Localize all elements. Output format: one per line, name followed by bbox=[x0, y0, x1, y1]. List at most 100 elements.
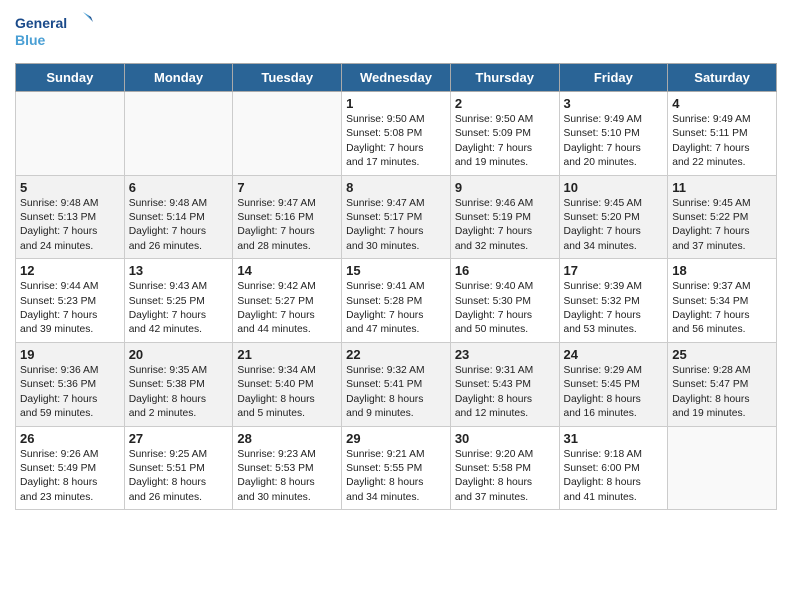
calendar-week-row: 12Sunrise: 9:44 AMSunset: 5:23 PMDayligh… bbox=[16, 259, 777, 343]
calendar-cell: 7 Sunrise: 9:47 AMSunset: 5:16 PMDaylight… bbox=[233, 175, 342, 259]
logo-svg: General Blue bbox=[15, 10, 95, 55]
day-info: Sunrise: 9:41 AMSunset: 5:28 PMDaylight:… bbox=[346, 280, 446, 338]
calendar-cell: 22 Sunrise: 9:32 AMSunset: 5:41 PMDayligh… bbox=[342, 342, 451, 426]
day-number: 16 bbox=[455, 263, 555, 278]
day-number: 7 bbox=[237, 180, 337, 195]
day-number: 6 bbox=[129, 180, 229, 195]
day-info: Sunrise: 9:43 AMSunset: 5:25 PMDaylight:… bbox=[129, 280, 229, 338]
calendar-cell: 12Sunrise: 9:44 AMSunset: 5:23 PMDayligh… bbox=[16, 259, 125, 343]
day-number: 30 bbox=[455, 431, 555, 446]
day-number: 15 bbox=[346, 263, 446, 278]
page-container: General Blue SundayMondayTuesdayWednesda… bbox=[0, 0, 792, 520]
day-info: Sunrise: 9:45 AMSunset: 5:20 PMDaylight:… bbox=[564, 197, 664, 255]
calendar-cell: 24 Sunrise: 9:29 AMSunset: 5:45 PMDayligh… bbox=[559, 342, 668, 426]
calendar-cell: 29 Sunrise: 9:21 AMSunset: 5:55 PMDayligh… bbox=[342, 426, 451, 510]
day-info: Sunrise: 9:50 AMSunset: 5:09 PMDaylight:… bbox=[455, 113, 555, 171]
day-number: 11 bbox=[672, 180, 772, 195]
day-number: 29 bbox=[346, 431, 446, 446]
weekday-header: Monday bbox=[124, 64, 233, 92]
day-info: Sunrise: 9:25 AMSunset: 5:51 PMDaylight:… bbox=[129, 448, 229, 506]
weekday-header: Thursday bbox=[450, 64, 559, 92]
day-info: Sunrise: 9:48 AMSunset: 5:13 PMDaylight:… bbox=[20, 197, 120, 255]
day-info: Sunrise: 9:34 AMSunset: 5:40 PMDaylight:… bbox=[237, 364, 337, 422]
day-number: 1 bbox=[346, 96, 446, 111]
calendar-cell: 23 Sunrise: 9:31 AMSunset: 5:43 PMDayligh… bbox=[450, 342, 559, 426]
day-info: Sunrise: 9:47 AMSunset: 5:17 PMDaylight:… bbox=[346, 197, 446, 255]
page-header: General Blue bbox=[15, 10, 777, 55]
day-number: 13 bbox=[129, 263, 229, 278]
day-number: 25 bbox=[672, 347, 772, 362]
calendar-cell: 15 Sunrise: 9:41 AMSunset: 5:28 PMDayligh… bbox=[342, 259, 451, 343]
day-info: Sunrise: 9:29 AMSunset: 5:45 PMDaylight:… bbox=[564, 364, 664, 422]
day-info: Sunrise: 9:23 AMSunset: 5:53 PMDaylight:… bbox=[237, 448, 337, 506]
day-number: 14 bbox=[237, 263, 337, 278]
day-info: Sunrise: 9:28 AMSunset: 5:47 PMDaylight:… bbox=[672, 364, 772, 422]
day-number: 24 bbox=[564, 347, 664, 362]
calendar-body: 1 Sunrise: 9:50 AMSunset: 5:08 PMDaylight… bbox=[16, 92, 777, 510]
svg-text:General: General bbox=[15, 15, 67, 31]
calendar-cell: 27 Sunrise: 9:25 AMSunset: 5:51 PMDayligh… bbox=[124, 426, 233, 510]
calendar-cell: 9Sunrise: 9:46 AMSunset: 5:19 PMDaylight… bbox=[450, 175, 559, 259]
calendar-cell bbox=[668, 426, 777, 510]
calendar-cell: 10Sunrise: 9:45 AMSunset: 5:20 PMDayligh… bbox=[559, 175, 668, 259]
calendar-cell bbox=[233, 92, 342, 176]
calendar-week-row: 5 Sunrise: 9:48 AMSunset: 5:13 PMDaylight… bbox=[16, 175, 777, 259]
calendar-week-row: 1 Sunrise: 9:50 AMSunset: 5:08 PMDaylight… bbox=[16, 92, 777, 176]
day-info: Sunrise: 9:36 AMSunset: 5:36 PMDaylight:… bbox=[20, 364, 120, 422]
day-info: Sunrise: 9:50 AMSunset: 5:08 PMDaylight:… bbox=[346, 113, 446, 171]
day-number: 21 bbox=[237, 347, 337, 362]
calendar-cell bbox=[16, 92, 125, 176]
day-info: Sunrise: 9:18 AMSunset: 6:00 PMDaylight:… bbox=[564, 448, 664, 506]
day-number: 5 bbox=[20, 180, 120, 195]
day-info: Sunrise: 9:35 AMSunset: 5:38 PMDaylight:… bbox=[129, 364, 229, 422]
day-number: 19 bbox=[20, 347, 120, 362]
logo: General Blue bbox=[15, 10, 95, 55]
calendar-cell: 5 Sunrise: 9:48 AMSunset: 5:13 PMDaylight… bbox=[16, 175, 125, 259]
calendar-cell: 28 Sunrise: 9:23 AMSunset: 5:53 PMDayligh… bbox=[233, 426, 342, 510]
calendar-table: SundayMondayTuesdayWednesdayThursdayFrid… bbox=[15, 63, 777, 510]
weekday-row: SundayMondayTuesdayWednesdayThursdayFrid… bbox=[16, 64, 777, 92]
calendar-cell: 4Sunrise: 9:49 AMSunset: 5:11 PMDaylight… bbox=[668, 92, 777, 176]
calendar-cell: 19 Sunrise: 9:36 AMSunset: 5:36 PMDayligh… bbox=[16, 342, 125, 426]
calendar-cell: 30 Sunrise: 9:20 AMSunset: 5:58 PMDayligh… bbox=[450, 426, 559, 510]
day-info: Sunrise: 9:21 AMSunset: 5:55 PMDaylight:… bbox=[346, 448, 446, 506]
day-info: Sunrise: 9:40 AMSunset: 5:30 PMDaylight:… bbox=[455, 280, 555, 338]
day-number: 20 bbox=[129, 347, 229, 362]
day-number: 23 bbox=[455, 347, 555, 362]
weekday-header: Tuesday bbox=[233, 64, 342, 92]
day-number: 12 bbox=[20, 263, 120, 278]
calendar-cell: 17 Sunrise: 9:39 AMSunset: 5:32 PMDayligh… bbox=[559, 259, 668, 343]
day-number: 27 bbox=[129, 431, 229, 446]
calendar-cell: 1 Sunrise: 9:50 AMSunset: 5:08 PMDaylight… bbox=[342, 92, 451, 176]
day-info: Sunrise: 9:20 AMSunset: 5:58 PMDaylight:… bbox=[455, 448, 555, 506]
day-info: Sunrise: 9:49 AMSunset: 5:10 PMDaylight:… bbox=[564, 113, 664, 171]
calendar-cell: 26 Sunrise: 9:26 AMSunset: 5:49 PMDayligh… bbox=[16, 426, 125, 510]
day-number: 28 bbox=[237, 431, 337, 446]
calendar-cell: 13 Sunrise: 9:43 AMSunset: 5:25 PMDayligh… bbox=[124, 259, 233, 343]
day-number: 9 bbox=[455, 180, 555, 195]
day-number: 18 bbox=[672, 263, 772, 278]
calendar-week-row: 19 Sunrise: 9:36 AMSunset: 5:36 PMDayligh… bbox=[16, 342, 777, 426]
day-info: Sunrise: 9:48 AMSunset: 5:14 PMDaylight:… bbox=[129, 197, 229, 255]
calendar-cell: 3 Sunrise: 9:49 AMSunset: 5:10 PMDaylight… bbox=[559, 92, 668, 176]
day-info: Sunrise: 9:42 AMSunset: 5:27 PMDaylight:… bbox=[237, 280, 337, 338]
day-number: 22 bbox=[346, 347, 446, 362]
day-info: Sunrise: 9:26 AMSunset: 5:49 PMDaylight:… bbox=[20, 448, 120, 506]
calendar-cell: 16 Sunrise: 9:40 AMSunset: 5:30 PMDayligh… bbox=[450, 259, 559, 343]
day-info: Sunrise: 9:39 AMSunset: 5:32 PMDaylight:… bbox=[564, 280, 664, 338]
calendar-cell bbox=[124, 92, 233, 176]
day-number: 26 bbox=[20, 431, 120, 446]
calendar-cell: 2Sunrise: 9:50 AMSunset: 5:09 PMDaylight… bbox=[450, 92, 559, 176]
day-info: Sunrise: 9:45 AMSunset: 5:22 PMDaylight:… bbox=[672, 197, 772, 255]
calendar-cell: 14 Sunrise: 9:42 AMSunset: 5:27 PMDayligh… bbox=[233, 259, 342, 343]
day-info: Sunrise: 9:32 AMSunset: 5:41 PMDaylight:… bbox=[346, 364, 446, 422]
calendar-week-row: 26 Sunrise: 9:26 AMSunset: 5:49 PMDayligh… bbox=[16, 426, 777, 510]
weekday-header: Friday bbox=[559, 64, 668, 92]
svg-text:Blue: Blue bbox=[15, 32, 46, 48]
day-number: 17 bbox=[564, 263, 664, 278]
day-info: Sunrise: 9:37 AMSunset: 5:34 PMDaylight:… bbox=[672, 280, 772, 338]
weekday-header: Saturday bbox=[668, 64, 777, 92]
day-number: 3 bbox=[564, 96, 664, 111]
day-info: Sunrise: 9:47 AMSunset: 5:16 PMDaylight:… bbox=[237, 197, 337, 255]
day-info: Sunrise: 9:31 AMSunset: 5:43 PMDaylight:… bbox=[455, 364, 555, 422]
